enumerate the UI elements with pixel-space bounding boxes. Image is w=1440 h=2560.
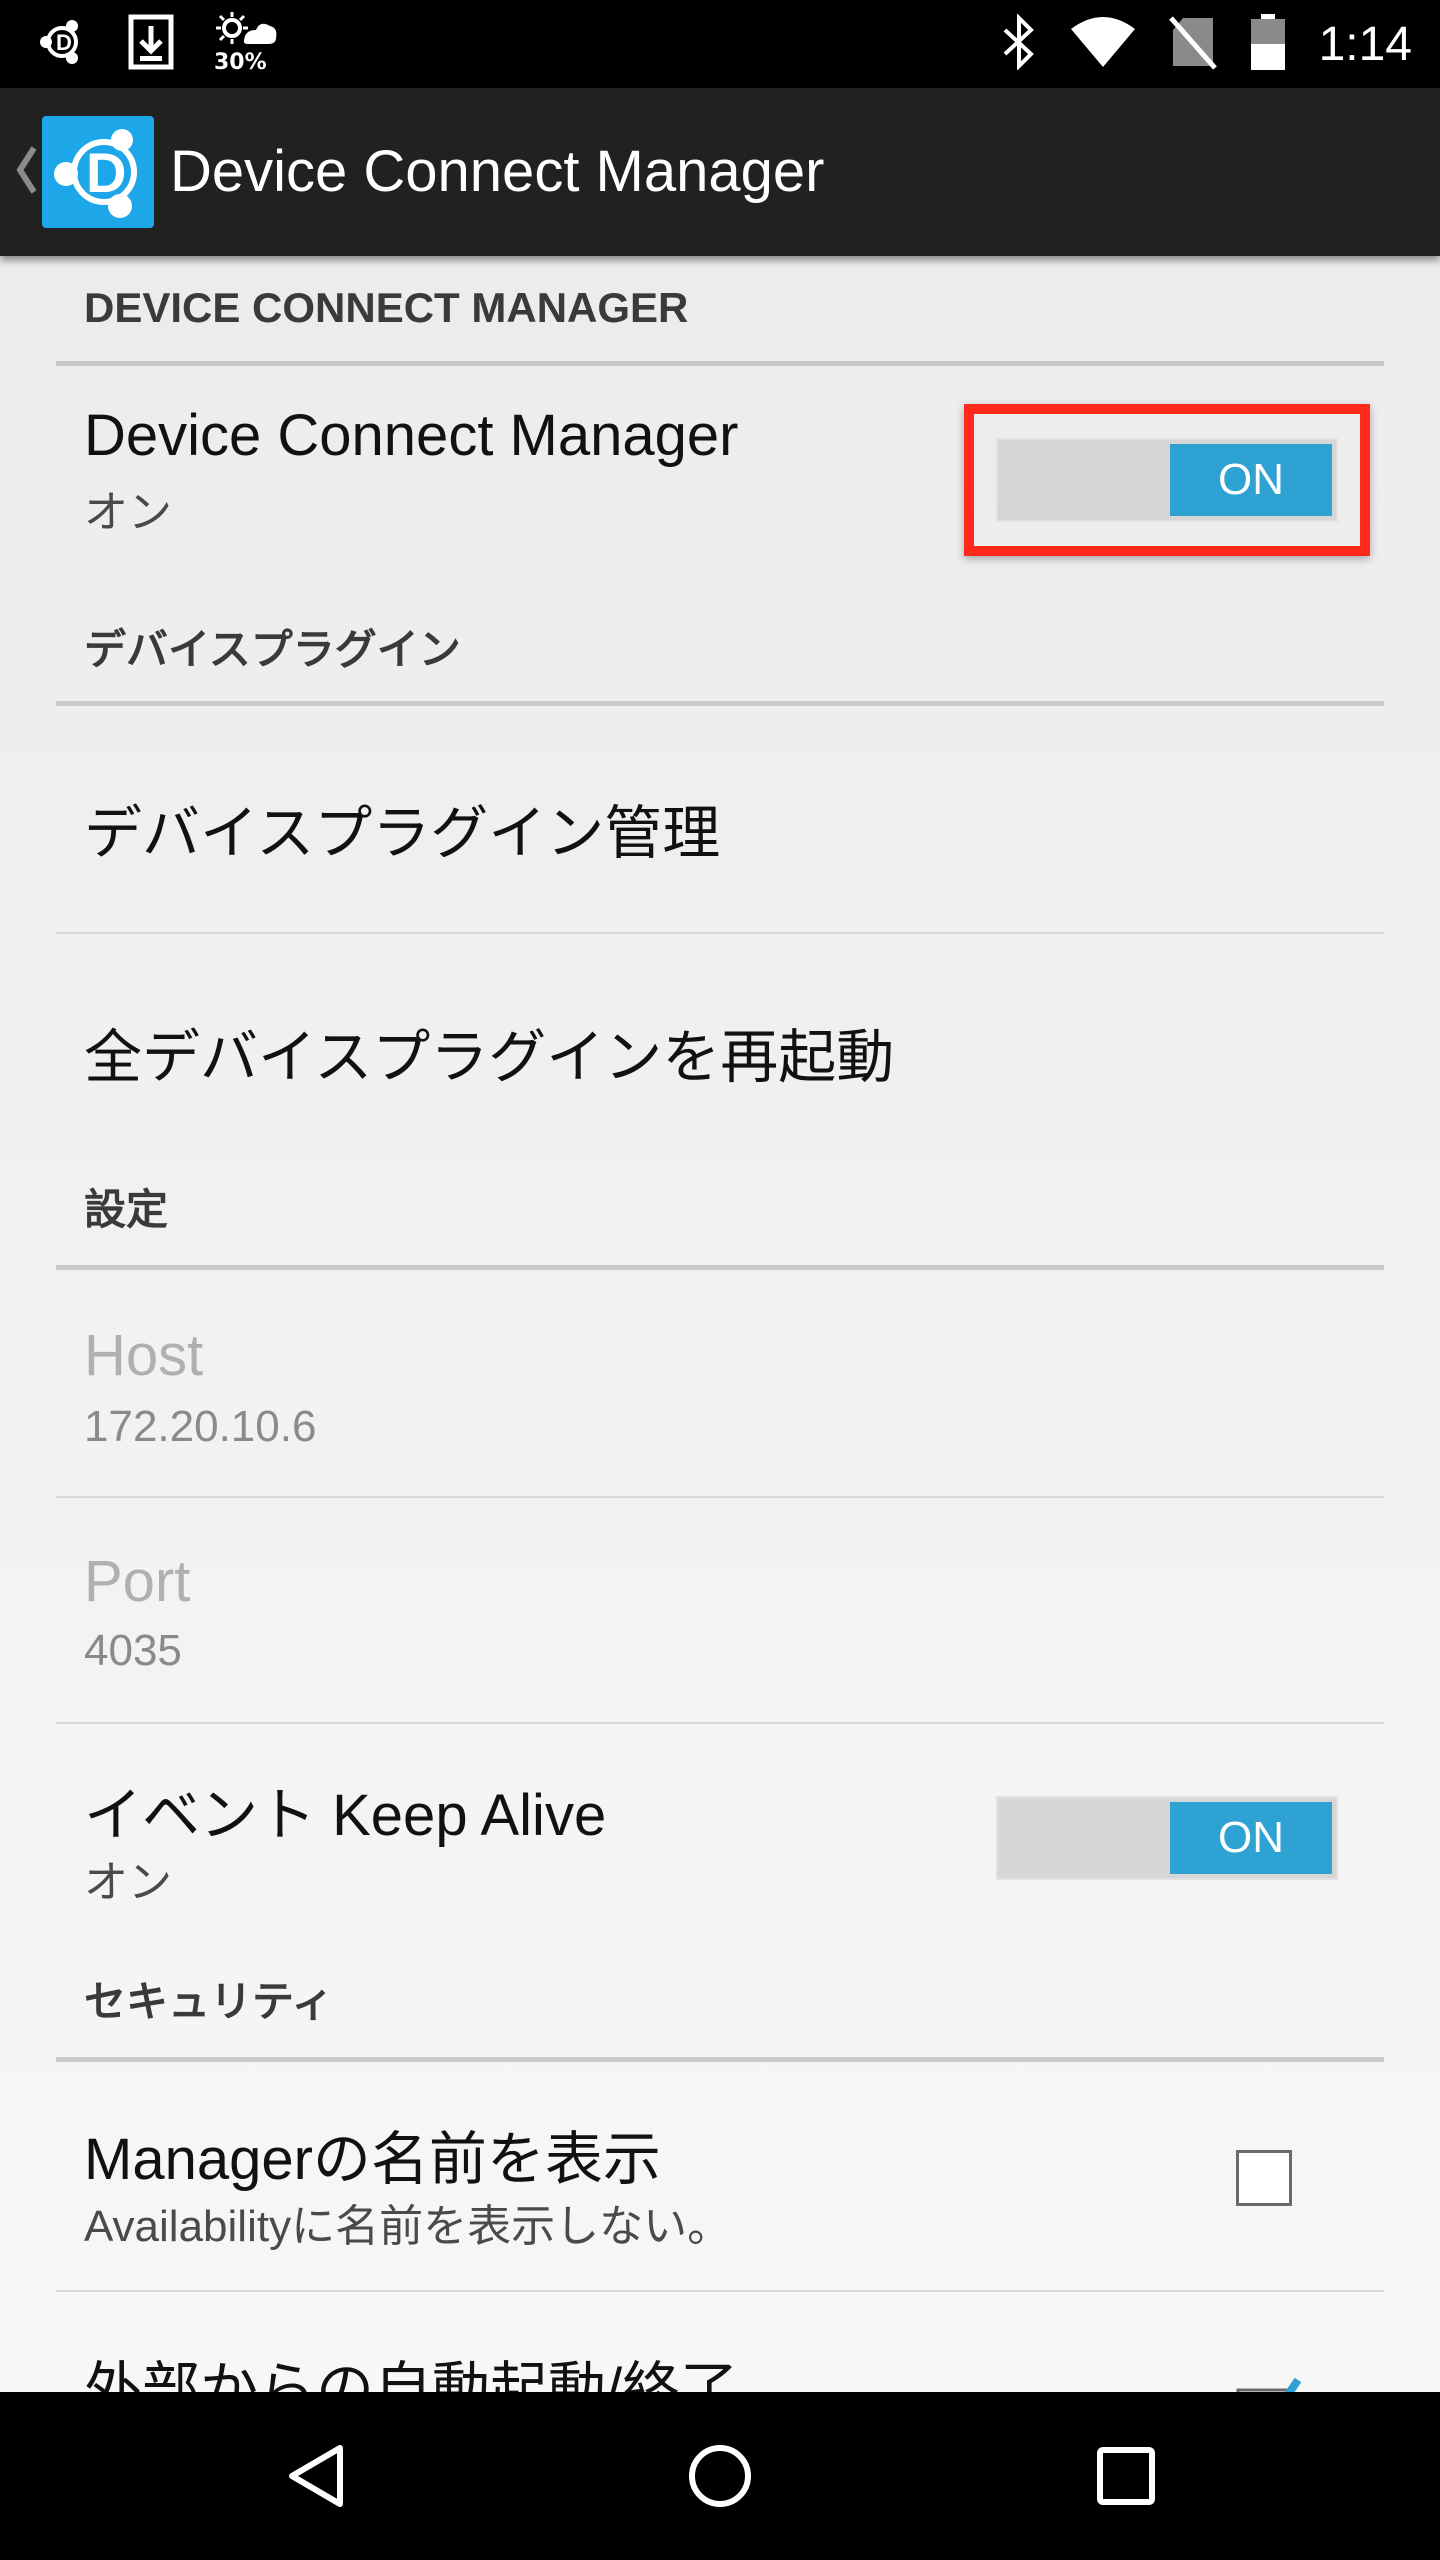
pref-port: Port 4035 <box>56 1498 1384 1724</box>
category-title: DEVICE CONNECT MANAGER <box>84 284 689 331</box>
pref-external-auto-start[interactable]: 外部からの自動起動/終了 <box>56 2292 1384 2392</box>
bluetooth-icon <box>1001 13 1037 74</box>
pref-title: Managerの名前を表示 <box>84 2127 661 2192</box>
external-checkbox[interactable] <box>1236 2376 1306 2392</box>
show-name-checkbox[interactable] <box>1236 2150 1292 2206</box>
back-icon[interactable] <box>276 2436 356 2516</box>
download-icon <box>128 14 174 74</box>
switch-thumb: ON <box>1170 444 1332 516</box>
navigation-bar <box>0 2392 1440 2560</box>
status-bar: D 30% 1:14 <box>0 0 1440 88</box>
svg-text:D: D <box>86 141 126 204</box>
pref-restart-all-plugins[interactable]: 全デバイスプラグインを再起動 <box>56 934 1384 1152</box>
category-title: セキュリティ <box>84 1978 334 2025</box>
pref-summary: オン <box>84 488 172 537</box>
switch-thumb: ON <box>1170 1802 1332 1874</box>
svg-text:D: D <box>56 30 72 55</box>
pref-title: 外部からの自動起動/終了 <box>84 2357 739 2392</box>
clock: 1:14 <box>1318 17 1412 71</box>
pref-title: 全デバイスプラグインを再起動 <box>84 1025 895 1090</box>
weather-icon: 30% <box>214 12 278 76</box>
weather-percent: 30% <box>214 50 267 75</box>
pref-title: Device Connect Manager <box>84 403 739 468</box>
pref-title: Host <box>84 1323 204 1388</box>
pref-plugin-manage[interactable]: デバイスプラグイン管理 <box>56 706 1384 934</box>
pref-host: Host 172.20.10.6 <box>56 1270 1384 1498</box>
pref-summary: オン <box>84 1858 172 1907</box>
action-bar: D Device Connect Manager <box>0 88 1440 256</box>
category-security: セキュリティ <box>56 1968 1384 2062</box>
pref-summary: 4035 <box>84 1626 182 1675</box>
wifi-icon <box>1070 17 1135 71</box>
battery-icon <box>1250 14 1285 74</box>
home-icon[interactable] <box>680 2436 760 2516</box>
no-sim-icon <box>1168 14 1217 74</box>
manager-toggle-switch[interactable]: ON <box>996 438 1338 522</box>
category-device-plugins: デバイスプラグイン <box>56 616 1384 706</box>
category-title: 設定 <box>84 1186 169 1233</box>
pref-title: イベント Keep Alive <box>84 1783 607 1848</box>
category-settings: 設定 <box>56 1176 1384 1270</box>
pref-summary: 172.20.10.6 <box>84 1402 317 1451</box>
category-title: デバイスプラグイン <box>84 626 461 673</box>
up-chevron-icon[interactable] <box>14 144 38 200</box>
keep-alive-toggle-switch[interactable]: ON <box>996 1796 1338 1880</box>
pref-title: デバイスプラグイン管理 <box>84 801 721 866</box>
pref-show-manager-name[interactable]: Managerの名前を表示 Availabilityに名前を表示しない。 <box>56 2062 1384 2292</box>
pref-title: Port <box>84 1549 191 1614</box>
preferences-list[interactable]: DEVICE CONNECT MANAGER Device Connect Ma… <box>0 256 1440 2392</box>
device-connect-notification-icon: D <box>36 16 88 72</box>
app-title: Device Connect Manager <box>170 139 825 204</box>
pref-summary: Availabilityに名前を表示しない。 <box>84 2202 732 2251</box>
app-logo[interactable]: D <box>42 116 154 228</box>
category-device-connect-manager: DEVICE CONNECT MANAGER <box>56 284 1384 366</box>
recents-icon[interactable] <box>1086 2436 1166 2516</box>
